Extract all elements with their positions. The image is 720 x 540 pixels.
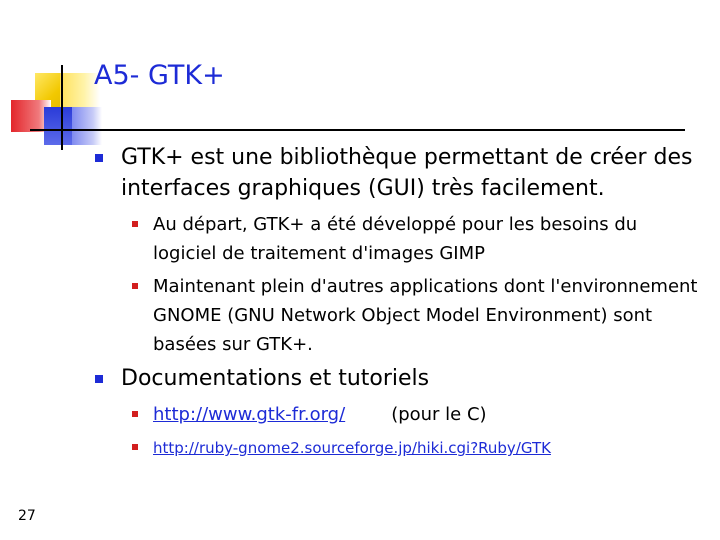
bullet-text: GTK+ est une bibliothèque permettant de … [121,145,693,201]
decorative-blue-fade [72,107,102,145]
square-bullet-icon [95,375,103,383]
page-number: 27 [18,508,36,524]
slide-body: GTK+ est une bibliothèque permettant de … [95,142,705,467]
sub-bullet-text: Maintenant plein d'autres applications d… [153,276,698,355]
sub-bullet-item: http://www.gtk-fr.org/ (pour le C) [132,400,705,429]
slide-title: A5- GTK+ [94,60,225,91]
sub-bullet-item: Au départ, GTK+ a été développé pour les… [132,210,705,268]
square-bullet-icon [132,444,138,450]
square-bullet-icon [132,283,138,289]
square-bullet-icon [95,154,103,162]
sub-bullet-item: http://ruby-gnome2.sourceforge.jp/hiki.c… [132,433,705,463]
ruby-gnome2-link[interactable]: http://ruby-gnome2.sourceforge.jp/hiki.c… [153,439,551,457]
bullet-item: Documentations et tutoriels [95,363,705,394]
vertical-rule [61,65,63,150]
sub-bullet-item: Maintenant plein d'autres applications d… [132,272,705,359]
sub-bullet-text: Au départ, GTK+ a été développé pour les… [153,214,638,264]
square-bullet-icon [132,221,138,227]
gtk-fr-link[interactable]: http://www.gtk-fr.org/ [153,404,345,425]
link-note: (pour le C) [391,404,487,425]
bullet-item: GTK+ est une bibliothèque permettant de … [95,142,705,204]
square-bullet-icon [132,411,138,417]
title-underline [30,129,685,131]
bullet-text: Documentations et tutoriels [121,366,430,391]
